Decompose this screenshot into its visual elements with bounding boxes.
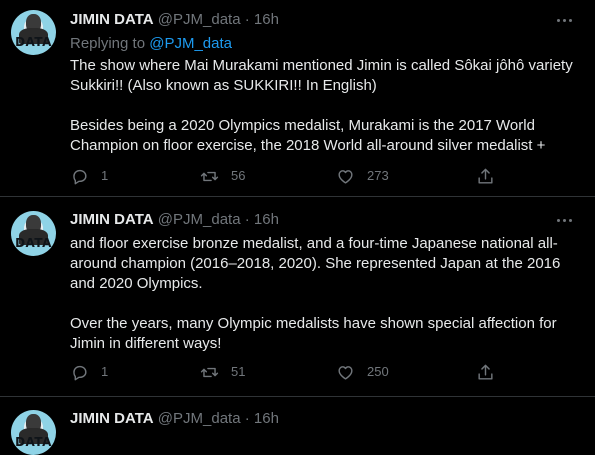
user-handle[interactable]: @PJM_data (158, 410, 241, 427)
tweet-actions: 1 56 273 (70, 166, 500, 186)
like-icon (338, 170, 353, 184)
avatar-label: DATA (15, 236, 52, 250)
separator-dot: · (244, 410, 250, 427)
replying-to-label: Replying to (70, 35, 150, 52)
tweet-paragraph: Besides being a 2020 Olympics medalist, … (70, 117, 546, 154)
retweet-icon (200, 171, 219, 182)
tweet-paragraph: Over the years, many Olympic medalists h… (70, 315, 557, 352)
reply-icon (73, 169, 87, 185)
display-name[interactable]: JIMIN DATA (70, 211, 154, 228)
reply-icon (73, 365, 87, 381)
retweet-icon (200, 367, 219, 378)
avatar-label: DATA (15, 35, 52, 49)
tweet-paragraph: and floor exercise bronze medalist, and … (70, 235, 561, 292)
avatar[interactable]: DATA (11, 410, 56, 455)
tweet-header: JIMIN DATA @PJM_data · 16h (70, 10, 279, 30)
timestamp[interactable]: 16h (254, 211, 279, 228)
user-handle[interactable]: @PJM_data (158, 11, 241, 28)
avatar[interactable]: DATA (11, 10, 56, 55)
timestamp[interactable]: 16h (254, 11, 279, 28)
tweet[interactable]: DATA JIMIN DATA @PJM_data · 16h (0, 396, 595, 455)
tweet[interactable]: DATA JIMIN DATA @PJM_data · 16h and floo… (0, 196, 595, 397)
share-icon (478, 168, 493, 184)
reply-count: 1 (101, 168, 109, 183)
tweet-actions: 1 51 250 (70, 362, 500, 382)
user-handle[interactable]: @PJM_data (158, 211, 241, 228)
more-options-icon[interactable] (557, 17, 575, 25)
share-icon (478, 364, 493, 380)
display-name[interactable]: JIMIN DATA (70, 11, 154, 28)
replying-to: Replying to @PJM_data (70, 34, 232, 54)
avatar[interactable]: DATA (11, 211, 56, 256)
retweet-count: 56 (231, 168, 246, 183)
reply-count: 1 (101, 364, 109, 379)
separator-dot: · (244, 11, 250, 28)
retweet-count: 51 (231, 364, 246, 379)
tweet-text: The show where Mai Murakami mentioned Ji… (70, 56, 580, 156)
tweet[interactable]: DATA JIMIN DATA @PJM_data · 16h Replying… (0, 0, 595, 196)
like-count: 273 (367, 168, 389, 183)
like-count: 250 (367, 364, 389, 379)
more-options-icon[interactable] (557, 217, 575, 225)
avatar-label: DATA (15, 435, 52, 449)
tweet-header: JIMIN DATA @PJM_data · 16h (70, 210, 279, 230)
tweet-paragraph: The show where Mai Murakami mentioned Ji… (70, 57, 573, 94)
tweet-header: JIMIN DATA @PJM_data · 16h (70, 409, 279, 429)
tweet-text: and floor exercise bronze medalist, and … (70, 234, 580, 354)
timestamp[interactable]: 16h (254, 410, 279, 427)
like-icon (338, 366, 353, 380)
tweet-feed: DATA JIMIN DATA @PJM_data · 16h Replying… (0, 0, 595, 455)
display-name[interactable]: JIMIN DATA (70, 410, 154, 427)
replying-to-mention-link[interactable]: @PJM_data (149, 35, 232, 52)
separator-dot: · (244, 211, 250, 228)
